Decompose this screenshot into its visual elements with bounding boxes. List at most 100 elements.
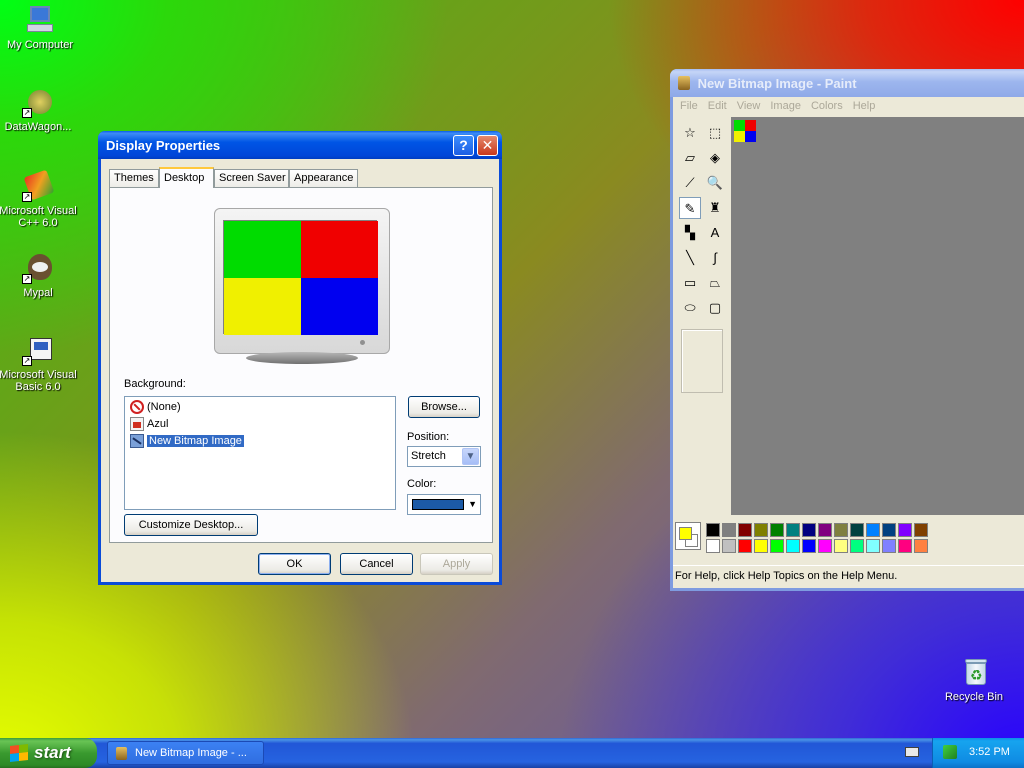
polygon-icon[interactable]: ⏢: [704, 272, 726, 294]
browse-button[interactable]: Browse...: [408, 396, 480, 418]
tool-options-box[interactable]: [681, 329, 723, 393]
desktop-icon-my-computer[interactable]: My Computer: [0, 4, 80, 51]
desktop-icon-visual-cpp[interactable]: ↗ Microsoft Visual C++ 6.0: [0, 169, 78, 229]
canvas-quadrant-blue: [745, 131, 756, 142]
list-item[interactable]: Azul: [125, 416, 395, 433]
ellipse-icon[interactable]: ⬭: [679, 297, 701, 319]
free-select-icon[interactable]: ☆: [679, 122, 701, 144]
menu-view[interactable]: View: [732, 97, 766, 112]
tab-desktop[interactable]: Desktop: [159, 167, 214, 188]
menu-image[interactable]: Image: [765, 97, 806, 112]
color-picker-icon[interactable]: ⟋: [679, 172, 701, 194]
list-item-label: (None): [147, 401, 181, 413]
palette-swatch[interactable]: [722, 539, 736, 553]
color-picker-button[interactable]: ▼: [407, 494, 481, 515]
desktop-tab-panel: Background: (None) Azul New Bitmap Image…: [109, 187, 493, 543]
start-button[interactable]: start: [0, 738, 97, 768]
position-select[interactable]: Stretch ▼: [407, 446, 481, 467]
curve-icon[interactable]: ∫: [704, 247, 726, 269]
palette-swatch[interactable]: [802, 523, 816, 537]
customize-desktop-button[interactable]: Customize Desktop...: [124, 514, 258, 536]
palette-swatch[interactable]: [866, 523, 880, 537]
palette-swatch[interactable]: [722, 523, 736, 537]
display-properties-window: Display Properties ? ✕ Themes Desktop Sc…: [98, 131, 502, 585]
menu-file[interactable]: File: [675, 97, 703, 112]
list-item-selected[interactable]: New Bitmap Image: [125, 433, 395, 450]
palette-swatch[interactable]: [882, 539, 896, 553]
palette-swatch[interactable]: [754, 523, 768, 537]
list-item-label: Azul: [147, 418, 169, 430]
rectangle-icon[interactable]: ▭: [679, 272, 701, 294]
apply-button[interactable]: Apply: [420, 553, 493, 575]
palette-swatch[interactable]: [706, 523, 720, 537]
palette-swatch[interactable]: [818, 539, 832, 553]
start-label: start: [34, 743, 71, 762]
preview-quadrant-red: [301, 221, 378, 278]
help-button[interactable]: ?: [453, 135, 474, 156]
palette-swatch[interactable]: [898, 539, 912, 553]
paint-titlebar[interactable]: New Bitmap Image - Paint: [670, 69, 1024, 97]
tab-appearance[interactable]: Appearance: [289, 169, 358, 188]
computer-icon: [24, 4, 56, 36]
palette-swatch[interactable]: [770, 523, 784, 537]
button-label: Cancel: [359, 558, 394, 570]
text-icon[interactable]: A: [704, 222, 726, 244]
desktop-icon-label: Microsoft Visual C++ 6.0: [0, 205, 77, 229]
keyboard-icon[interactable]: [905, 747, 919, 757]
palette-swatch[interactable]: [914, 523, 928, 537]
line-icon[interactable]: ╲: [679, 247, 701, 269]
mypal-icon: ↗: [22, 252, 54, 284]
palette-swatch[interactable]: [834, 523, 848, 537]
network-icon[interactable]: [943, 745, 957, 759]
desktop-icon-mypal[interactable]: ↗ Mypal: [0, 252, 78, 299]
rect-select-icon[interactable]: ⬚: [704, 122, 726, 144]
display-properties-titlebar[interactable]: Display Properties ? ✕: [98, 131, 502, 159]
close-button[interactable]: ✕: [477, 135, 498, 156]
menu-edit[interactable]: Edit: [703, 97, 732, 112]
palette-swatch[interactable]: [818, 523, 832, 537]
palette-swatch[interactable]: [706, 539, 720, 553]
list-item[interactable]: (None): [125, 399, 395, 416]
desktop-icon-datawagon[interactable]: ↗ DataWagon...: [0, 86, 78, 133]
palette-swatch[interactable]: [898, 523, 912, 537]
canvas-quadrant-red: [745, 120, 756, 131]
desktop-icon-visual-basic[interactable]: ↗ Microsoft Visual Basic 6.0: [0, 334, 78, 393]
ok-button[interactable]: OK: [258, 553, 331, 575]
tab-screen-saver[interactable]: Screen Saver: [214, 169, 289, 188]
palette-swatch[interactable]: [786, 539, 800, 553]
eraser-icon[interactable]: ▱: [679, 147, 701, 169]
palette-swatch[interactable]: [770, 539, 784, 553]
button-label: Apply: [442, 558, 471, 570]
menu-colors[interactable]: Colors: [806, 97, 848, 112]
desktop-icon-recycle-bin[interactable]: ♻ Recycle Bin: [934, 656, 1014, 703]
recycle-bin-icon: ♻: [958, 656, 990, 688]
palette-swatch[interactable]: [738, 539, 752, 553]
palette-swatch[interactable]: [914, 539, 928, 553]
cancel-button[interactable]: Cancel: [340, 553, 413, 575]
magnifier-icon[interactable]: 🔍: [704, 172, 726, 194]
menu-help[interactable]: Help: [848, 97, 881, 112]
background-list[interactable]: (None) Azul New Bitmap Image: [124, 396, 396, 510]
brush-icon[interactable]: ♜: [704, 197, 726, 219]
rounded-rect-icon[interactable]: ▢: [704, 297, 726, 319]
chevron-down-icon[interactable]: ▼: [462, 448, 479, 465]
paint-canvas[interactable]: [734, 120, 756, 142]
palette-swatch[interactable]: [786, 523, 800, 537]
palette-swatch[interactable]: [866, 539, 880, 553]
palette-swatch[interactable]: [802, 539, 816, 553]
button-label: Customize Desktop...: [138, 519, 244, 531]
paint-window-title: New Bitmap Image - Paint: [697, 76, 857, 91]
status-text: For Help, click Help Topics on the Help …: [675, 570, 898, 582]
palette-swatch[interactable]: [850, 523, 864, 537]
palette-swatch[interactable]: [834, 539, 848, 553]
airbrush-icon[interactable]: ▚: [679, 222, 701, 244]
fill-icon[interactable]: ◈: [704, 147, 726, 169]
palette-swatch[interactable]: [738, 523, 752, 537]
taskbar-button-paint[interactable]: New Bitmap Image - ...: [107, 741, 264, 765]
palette-swatch[interactable]: [882, 523, 896, 537]
palette-swatch[interactable]: [850, 539, 864, 553]
tab-themes[interactable]: Themes: [109, 169, 159, 188]
tab-label: Appearance: [294, 172, 354, 184]
palette-swatch[interactable]: [754, 539, 768, 553]
pencil-icon[interactable]: ✎: [679, 197, 701, 219]
